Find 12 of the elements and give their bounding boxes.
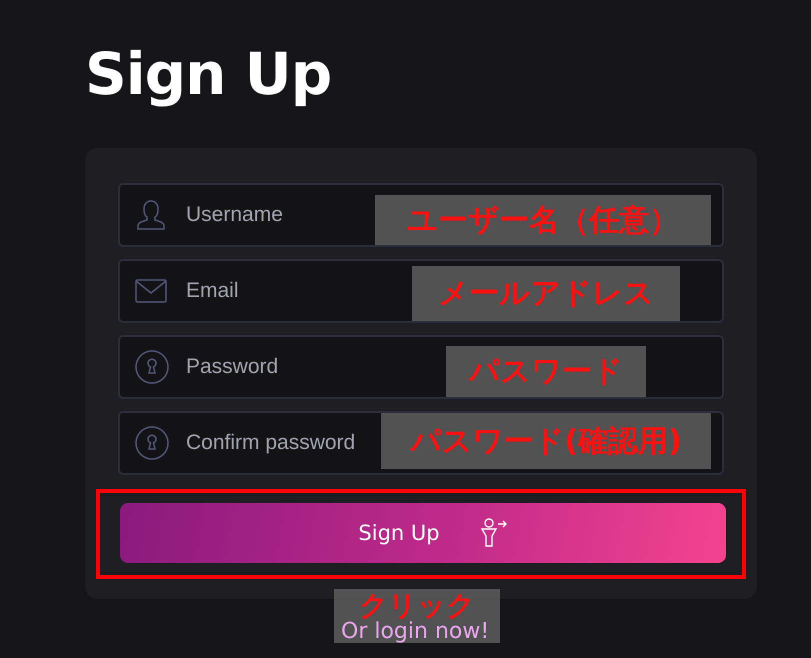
envelope-icon xyxy=(135,279,167,303)
annotation-label: メールアドレス xyxy=(412,266,680,321)
login-link[interactable]: Or login now! xyxy=(341,621,490,643)
page-title: Sign Up xyxy=(85,39,332,110)
keyhole-icon xyxy=(135,350,169,384)
sign-up-button[interactable]: Sign Up xyxy=(120,503,726,563)
annotation-label: パスワード(確認用) xyxy=(381,413,711,469)
person-arrow-icon xyxy=(480,518,508,548)
user-icon xyxy=(135,199,167,231)
keyhole-icon xyxy=(135,426,169,460)
annotation-label: ユーザー名（任意） xyxy=(375,195,711,245)
annotation-label: パスワード xyxy=(446,346,646,397)
